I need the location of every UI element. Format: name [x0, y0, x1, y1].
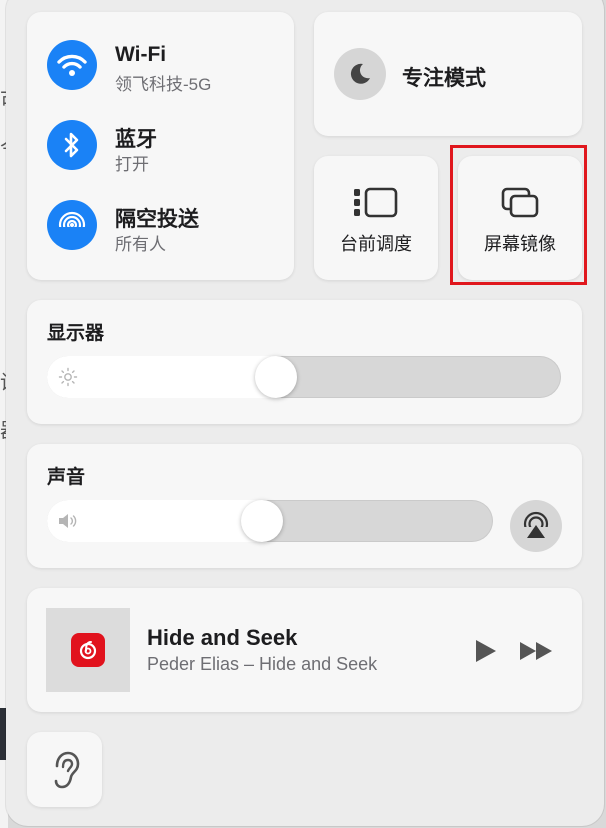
display-title: 显示器 [47, 323, 105, 344]
airdrop-status: 所有人 [115, 235, 166, 254]
brightness-slider-knob[interactable] [255, 356, 297, 398]
volume-slider[interactable] [47, 500, 493, 542]
airplay-icon [521, 511, 551, 541]
display-tile: 显示器 [27, 300, 582, 424]
stage-manager-label: 台前调度 [340, 234, 412, 254]
sound-tile: 声音 [27, 444, 582, 568]
brightness-slider[interactable] [47, 356, 561, 398]
stage-manager-icon [314, 186, 438, 220]
sun-icon [58, 367, 78, 387]
wifi-icon [47, 40, 97, 90]
ear-icon [27, 732, 102, 807]
wifi-toggle[interactable]: Wi-Fi 领飞科技-5G [47, 40, 287, 94]
network-tile: Wi-Fi 领飞科技-5G 蓝牙 打开 隔空投送 所有人 [27, 12, 294, 280]
hearing-button[interactable] [27, 732, 102, 807]
highlight-box [450, 145, 587, 285]
song-title: Hide and Seek [147, 625, 298, 650]
airdrop-icon [47, 200, 97, 250]
album-artwork[interactable] [46, 608, 130, 692]
focus-mode-button[interactable]: 专注模式 [314, 12, 582, 136]
now-playing-tile: Hide and Seek Peder Elias – Hide and See… [27, 588, 582, 712]
focus-mode-label: 专注模式 [402, 67, 486, 90]
airdrop-title: 隔空投送 [115, 208, 199, 231]
bluetooth-toggle[interactable]: 蓝牙 打开 [47, 120, 287, 174]
airplay-button[interactable] [510, 500, 562, 552]
moon-icon [334, 48, 386, 100]
bluetooth-icon [47, 120, 97, 170]
bluetooth-title: 蓝牙 [115, 128, 157, 151]
airdrop-toggle[interactable]: 隔空投送 所有人 [47, 200, 287, 254]
play-icon[interactable] [472, 638, 498, 664]
stage-manager-button[interactable]: 台前调度 [314, 156, 438, 280]
wifi-title: Wi-Fi [115, 43, 167, 66]
wifi-network-name: 领飞科技-5G [115, 75, 212, 94]
volume-fill [47, 500, 262, 542]
fast-forward-icon[interactable] [519, 640, 555, 662]
volume-slider-knob[interactable] [241, 500, 283, 542]
brightness-fill [47, 356, 276, 398]
netease-music-icon [71, 633, 105, 667]
speaker-icon [59, 514, 77, 528]
sound-title: 声音 [47, 467, 86, 488]
bluetooth-status: 打开 [115, 155, 149, 174]
song-artist: Peder Elias – Hide and Seek [147, 654, 378, 674]
